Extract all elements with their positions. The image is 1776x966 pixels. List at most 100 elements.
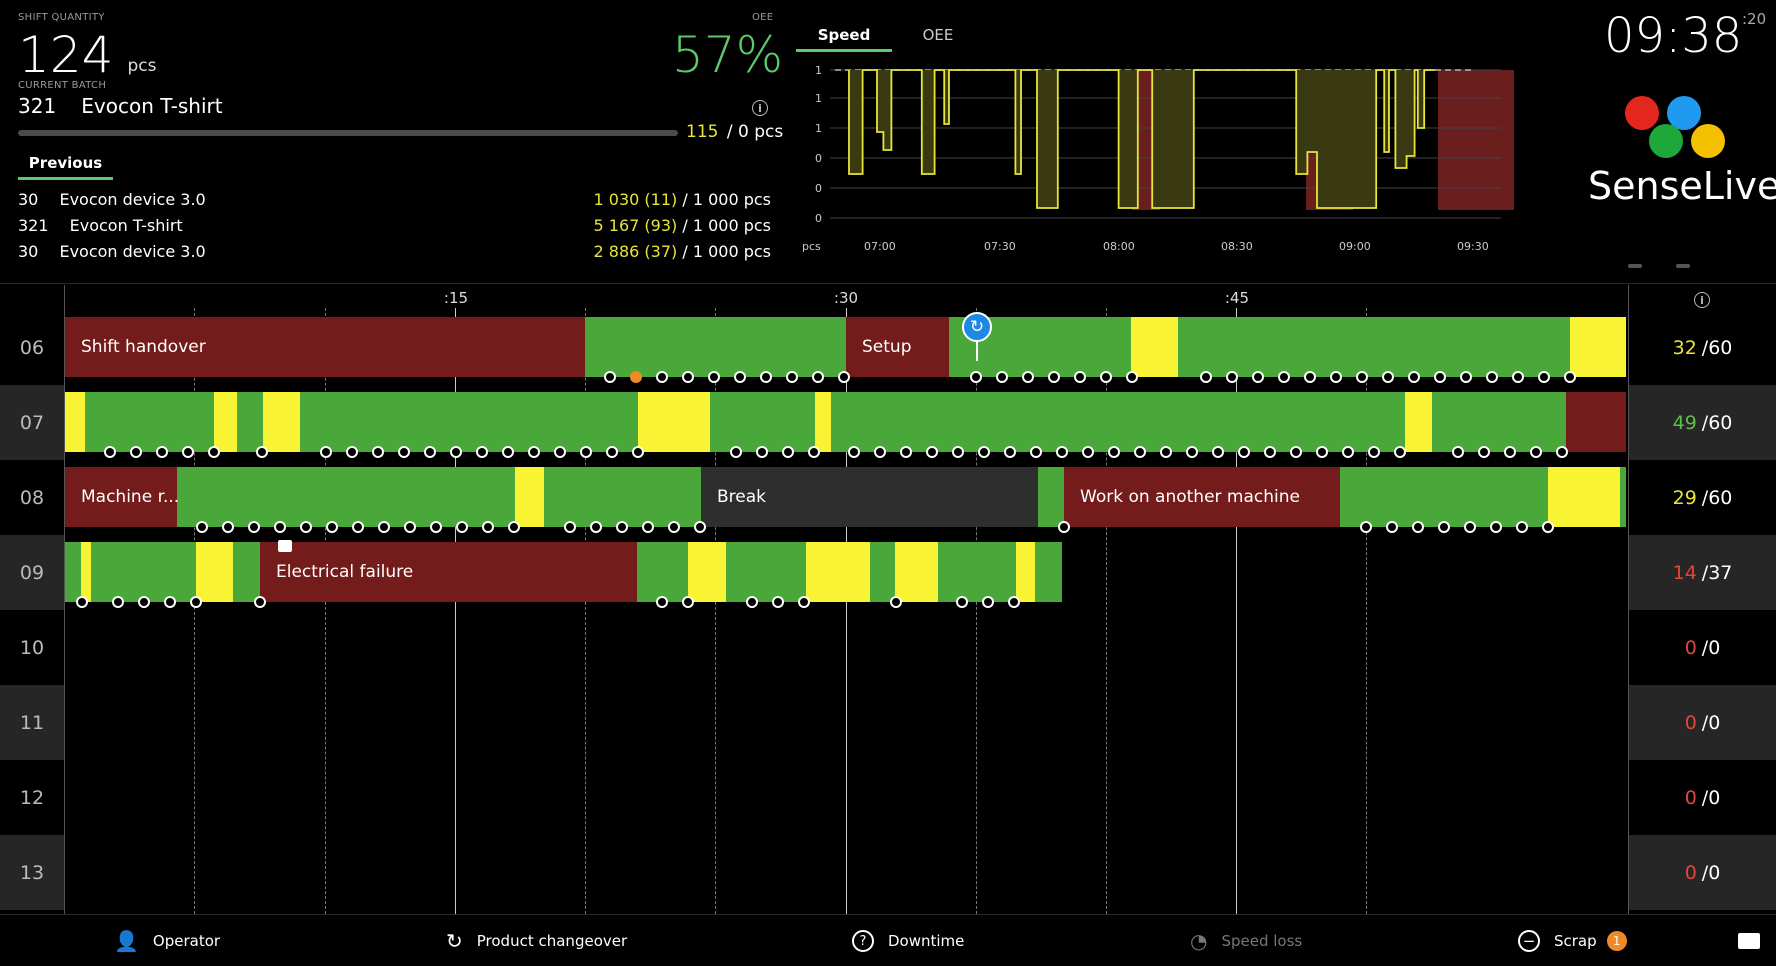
changeover-icon[interactable]: ↻ (962, 312, 992, 342)
hour-count: 29/60 (1629, 460, 1776, 535)
production-marker (482, 521, 494, 533)
tab-oee[interactable]: OEE (900, 26, 976, 52)
chart-x-tick: 09:00 (1339, 240, 1371, 253)
running-segment[interactable] (177, 467, 515, 527)
operator-button[interactable]: 👤 Operator (114, 915, 220, 966)
hour-label: 12 (19, 786, 45, 809)
segment-label: Work on another machine (1080, 487, 1300, 507)
tab-speed[interactable]: Speed (796, 26, 892, 52)
running-segment[interactable] (233, 542, 260, 602)
chart-x-tick: 07:30 (984, 240, 1016, 253)
slow-segment[interactable] (895, 542, 938, 602)
running-segment[interactable] (1178, 317, 1570, 377)
running-segment[interactable] (726, 542, 806, 602)
running-segment[interactable] (831, 392, 1405, 452)
slow-segment[interactable] (688, 542, 726, 602)
production-marker (604, 371, 616, 383)
slow-segment[interactable] (1570, 317, 1626, 377)
slow-segment[interactable] (806, 542, 870, 602)
running-segment[interactable] (710, 392, 815, 452)
production-marker (1512, 371, 1524, 383)
planned-segment-break[interactable]: Break (701, 467, 1038, 527)
brand-logo-icon (1622, 94, 1732, 158)
production-marker (1434, 371, 1446, 383)
slow-segment[interactable] (65, 392, 85, 452)
slow-segment[interactable] (515, 467, 544, 527)
product-changeover-button[interactable]: ↻ Product changeover (446, 915, 627, 966)
hour-count-target: /60 (1701, 486, 1733, 509)
running-segment[interactable] (585, 317, 846, 377)
info-icon[interactable]: i (752, 100, 768, 116)
chart-y-tick: 0 (815, 152, 822, 165)
quarter-label: :15 (443, 289, 469, 307)
chart-y-tick: 1 (815, 92, 822, 105)
running-segment[interactable] (1035, 542, 1062, 602)
hour-count: 0/0 (1629, 685, 1776, 760)
current-batch-label: CURRENT BATCH (18, 80, 107, 91)
counts-info-icon[interactable]: i (1694, 292, 1710, 308)
running-segment[interactable] (870, 542, 895, 602)
production-marker (1460, 371, 1472, 383)
quarter-label: :45 (1224, 289, 1250, 307)
batch-id: 321 (18, 94, 57, 118)
running-segment[interactable] (1432, 392, 1566, 452)
production-marker (1304, 371, 1316, 383)
slow-segment[interactable] (214, 392, 237, 452)
scrap-button[interactable]: − Scrap 1 (1518, 915, 1627, 966)
production-marker (112, 596, 124, 608)
running-segment[interactable] (637, 542, 688, 602)
production-marker (590, 521, 602, 533)
slow-segment[interactable] (81, 542, 91, 602)
production-marker (630, 371, 642, 383)
slow-segment[interactable] (638, 392, 710, 452)
running-segment[interactable] (1620, 467, 1626, 527)
comment-icon[interactable] (278, 540, 292, 552)
production-marker (1412, 521, 1424, 533)
downtime-button[interactable]: ? Downtime (852, 915, 964, 966)
running-segment[interactable] (938, 542, 1016, 602)
production-marker (772, 596, 784, 608)
slow-segment[interactable] (815, 392, 831, 452)
running-segment[interactable] (1038, 467, 1064, 527)
production-marker (76, 596, 88, 608)
production-marker (1538, 371, 1550, 383)
running-segment[interactable] (65, 542, 81, 602)
running-segment[interactable] (544, 467, 701, 527)
slow-segment[interactable] (196, 542, 233, 602)
page-indicator[interactable] (1676, 264, 1690, 268)
hour-label: 08 (19, 486, 45, 509)
stop-segment-shift-handover[interactable]: Shift handover (65, 317, 585, 377)
slow-segment[interactable] (1016, 542, 1035, 602)
production-marker (164, 596, 176, 608)
stop-segment-setup[interactable]: Setup (846, 317, 949, 377)
running-segment[interactable] (85, 392, 214, 452)
running-segment[interactable] (300, 392, 638, 452)
stop-segment[interactable] (1566, 392, 1626, 452)
production-marker (326, 521, 338, 533)
production-marker (760, 371, 772, 383)
speed-loss-button[interactable]: ◔ Speed loss (1190, 915, 1302, 966)
tab-previous[interactable]: Previous (18, 152, 113, 180)
stop-segment-machine[interactable]: Machine r... (65, 467, 179, 527)
production-marker (1212, 446, 1224, 458)
production-marker (1342, 446, 1354, 458)
production-marker (1356, 371, 1368, 383)
stop-segment-work-on-another-machine[interactable]: Work on another machine (1064, 467, 1340, 527)
running-segment[interactable] (1340, 467, 1548, 527)
slow-segment[interactable] (1405, 392, 1432, 452)
running-segment[interactable] (237, 392, 263, 452)
segment-label: Shift handover (81, 337, 206, 357)
batch-progress-total: / 0 pcs (726, 122, 784, 142)
production-marker (580, 446, 592, 458)
page-indicator[interactable] (1628, 264, 1642, 268)
production-marker (952, 446, 964, 458)
slow-segment[interactable] (1548, 467, 1620, 527)
slow-segment[interactable] (1131, 317, 1178, 377)
running-segment[interactable] (91, 542, 196, 602)
previous-batch-row: 321 Evocon T-shirt 5 167 (93) / 1 000 pc… (18, 216, 771, 238)
slow-segment[interactable] (263, 392, 300, 452)
mail-button[interactable] (1738, 915, 1760, 966)
production-marker (300, 521, 312, 533)
stop-segment-electrical-failure[interactable]: Electrical failure (260, 542, 637, 602)
operator-label: Operator (152, 932, 221, 950)
